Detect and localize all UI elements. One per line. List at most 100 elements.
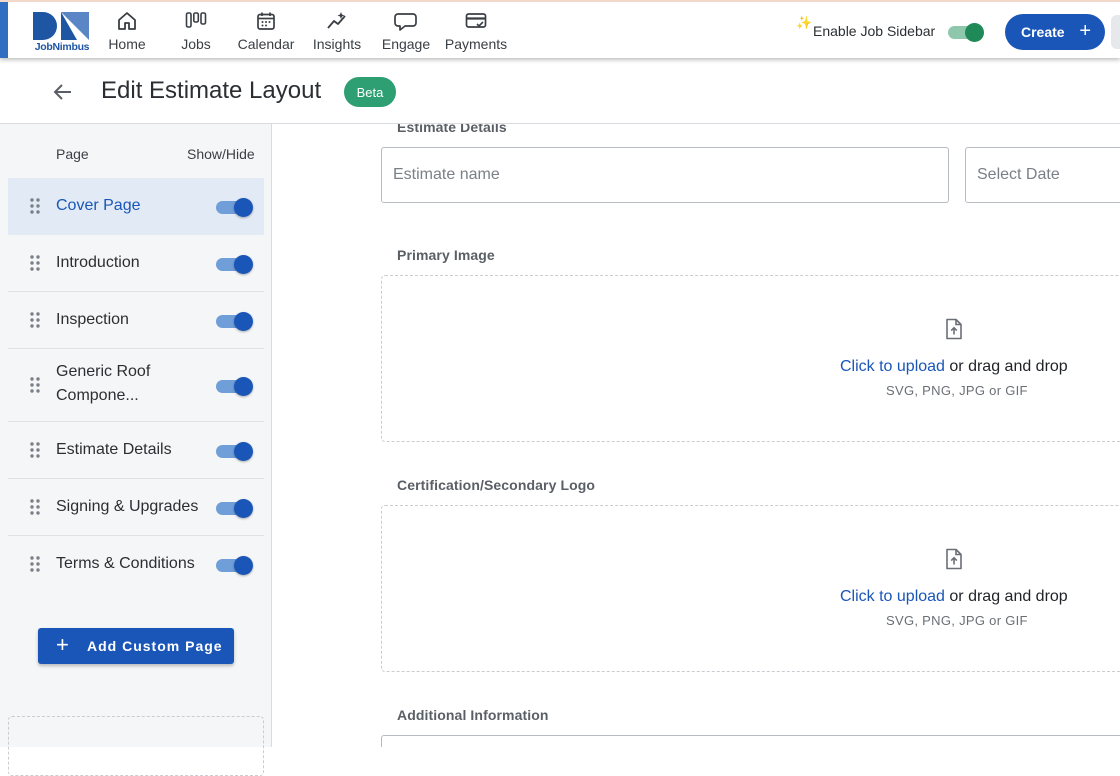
enable-job-sidebar-toggle[interactable] [946, 23, 984, 42]
sparkle-icon: ✨ [796, 15, 813, 30]
page-header: Edit Estimate Layout Beta [0, 58, 1120, 124]
calendar-icon [236, 10, 296, 32]
page-row-label: Generic Roof [56, 363, 151, 380]
plus-icon: + [56, 632, 70, 657]
drag-handle-icon[interactable] [29, 441, 41, 459]
logo-mark-icon [33, 12, 89, 40]
switch-thumb [234, 255, 253, 274]
toggle-thumb [965, 23, 984, 42]
jobnimbus-logo[interactable]: JobNimbus [31, 10, 93, 54]
switch-thumb [234, 499, 253, 518]
drag-handle-icon[interactable] [29, 555, 41, 573]
left-accent-bar [0, 2, 8, 58]
nav-calendar-label: Calendar [237, 36, 295, 52]
nav-engage-label: Engage [381, 36, 431, 52]
show-hide-switch[interactable] [215, 441, 253, 461]
page-row-generic-roof-components[interactable]: Generic Roof Compone... [8, 349, 264, 422]
show-hide-switch[interactable] [215, 197, 253, 217]
allowed-formats-text: SVG, PNG, JPG or GIF [886, 383, 1028, 398]
overflow-button[interactable] [1111, 15, 1120, 49]
nav-insights[interactable]: Insights [310, 10, 364, 54]
drag-and-drop-text: or drag and drop [944, 358, 1068, 375]
page-row-label: Cover Page [56, 197, 141, 214]
create-button-label: Create [1021, 24, 1065, 40]
add-custom-page-label: Add Custom Page [87, 638, 223, 654]
show-hide-switch[interactable] [215, 498, 253, 518]
select-date-placeholder: Select Date [977, 166, 1060, 183]
show-hide-column-header: Show/Hide [187, 146, 255, 162]
nav-home[interactable]: Home [106, 10, 148, 54]
page-row-label: Estimate Details [56, 441, 172, 458]
create-button[interactable]: Create + [1005, 14, 1105, 50]
click-to-upload-link[interactable]: Click to upload [840, 588, 945, 605]
logo-wordmark: JobNimbus [34, 41, 90, 53]
upload-instruction: Click to upload or drag and drop [840, 358, 1068, 376]
chat-bubble-icon [380, 10, 432, 32]
certification-logo-label: Certification/Secondary Logo [397, 477, 596, 493]
drag-handle-icon[interactable] [29, 376, 41, 394]
page-row-cover-page[interactable]: Cover Page [8, 178, 264, 235]
nav-engage[interactable]: Engage [380, 10, 432, 54]
layout-preview-area: Estimate Details Estimate name Select Da… [273, 124, 1120, 747]
additional-information-label: Additional Information [397, 707, 549, 723]
certification-logo-dropzone[interactable]: Click to upload or drag and drop SVG, PN… [381, 505, 1120, 672]
estimate-name-placeholder: Estimate name [393, 166, 500, 183]
nav-payments[interactable]: Payments [442, 10, 510, 54]
primary-image-label: Primary Image [397, 247, 495, 263]
page-row-signing-upgrades[interactable]: Signing & Upgrades [8, 479, 264, 536]
plus-icon: + [1079, 20, 1091, 42]
click-to-upload-link[interactable]: Click to upload [840, 358, 945, 375]
show-hide-switch[interactable] [215, 555, 253, 575]
drag-handle-icon[interactable] [29, 498, 41, 516]
arrow-left-icon [53, 84, 71, 100]
nav-jobs-label: Jobs [181, 36, 211, 52]
nav-home-label: Home [108, 36, 146, 52]
enable-job-sidebar-label: Enable Job Sidebar [813, 23, 936, 39]
select-date-input[interactable]: Select Date [965, 147, 1120, 203]
nav-payments-label: Payments [444, 36, 508, 52]
additional-information-input[interactable] [381, 735, 1120, 747]
page-title: Edit Estimate Layout [101, 77, 322, 104]
add-custom-page-button[interactable]: + Add Custom Page [38, 628, 234, 664]
page-row-inspection[interactable]: Inspection [8, 292, 264, 349]
page-row-estimate-details[interactable]: Estimate Details [8, 422, 264, 479]
primary-image-dropzone[interactable]: Click to upload or drag and drop SVG, PN… [381, 275, 1120, 442]
page-row-introduction[interactable]: Introduction [8, 235, 264, 292]
page-row-terms-conditions[interactable]: Terms & Conditions [8, 536, 264, 593]
back-button[interactable] [50, 79, 76, 105]
nav-calendar[interactable]: Calendar [236, 10, 296, 54]
drag-and-drop-text: or drag and drop [944, 588, 1068, 605]
page-row-label: Terms & Conditions [56, 555, 195, 572]
page-row-label-continued: Compone... [56, 387, 139, 404]
show-hide-switch[interactable] [215, 311, 253, 331]
drag-handle-icon[interactable] [29, 311, 41, 329]
beta-badge: Beta [344, 77, 396, 107]
file-upload-icon [946, 548, 962, 570]
wallet-card-icon [442, 10, 510, 32]
allowed-formats-text: SVG, PNG, JPG or GIF [886, 613, 1028, 628]
nav-jobs[interactable]: Jobs [176, 10, 216, 54]
drag-handle-icon[interactable] [29, 254, 41, 272]
switch-thumb [234, 312, 253, 331]
page-row-label: Signing & Upgrades [56, 498, 199, 515]
switch-thumb [234, 442, 253, 461]
show-hide-switch[interactable] [215, 376, 253, 396]
insights-sparkle-icon [310, 10, 364, 32]
page-column-header: Page [56, 146, 89, 162]
file-upload-icon [946, 318, 962, 340]
estimate-name-input[interactable]: Estimate name [381, 147, 949, 203]
top-navigation-bar: JobNimbus Home Jobs Calendar Insights En… [0, 0, 1120, 58]
drag-handle-icon[interactable] [29, 197, 41, 215]
switch-thumb [234, 377, 253, 396]
switch-thumb [234, 556, 253, 575]
estimate-details-section-label: Estimate Details [397, 124, 507, 135]
custom-page-drop-area[interactable] [8, 716, 264, 776]
home-icon [106, 10, 148, 32]
nav-insights-label: Insights [312, 36, 362, 52]
jobs-board-icon [176, 10, 216, 32]
page-row-label: Inspection [56, 311, 129, 328]
switch-thumb [234, 198, 253, 217]
show-hide-switch[interactable] [215, 254, 253, 274]
page-row-label: Introduction [56, 254, 140, 271]
pages-panel: Page Show/Hide Cover Page Introduction I… [0, 124, 272, 776]
